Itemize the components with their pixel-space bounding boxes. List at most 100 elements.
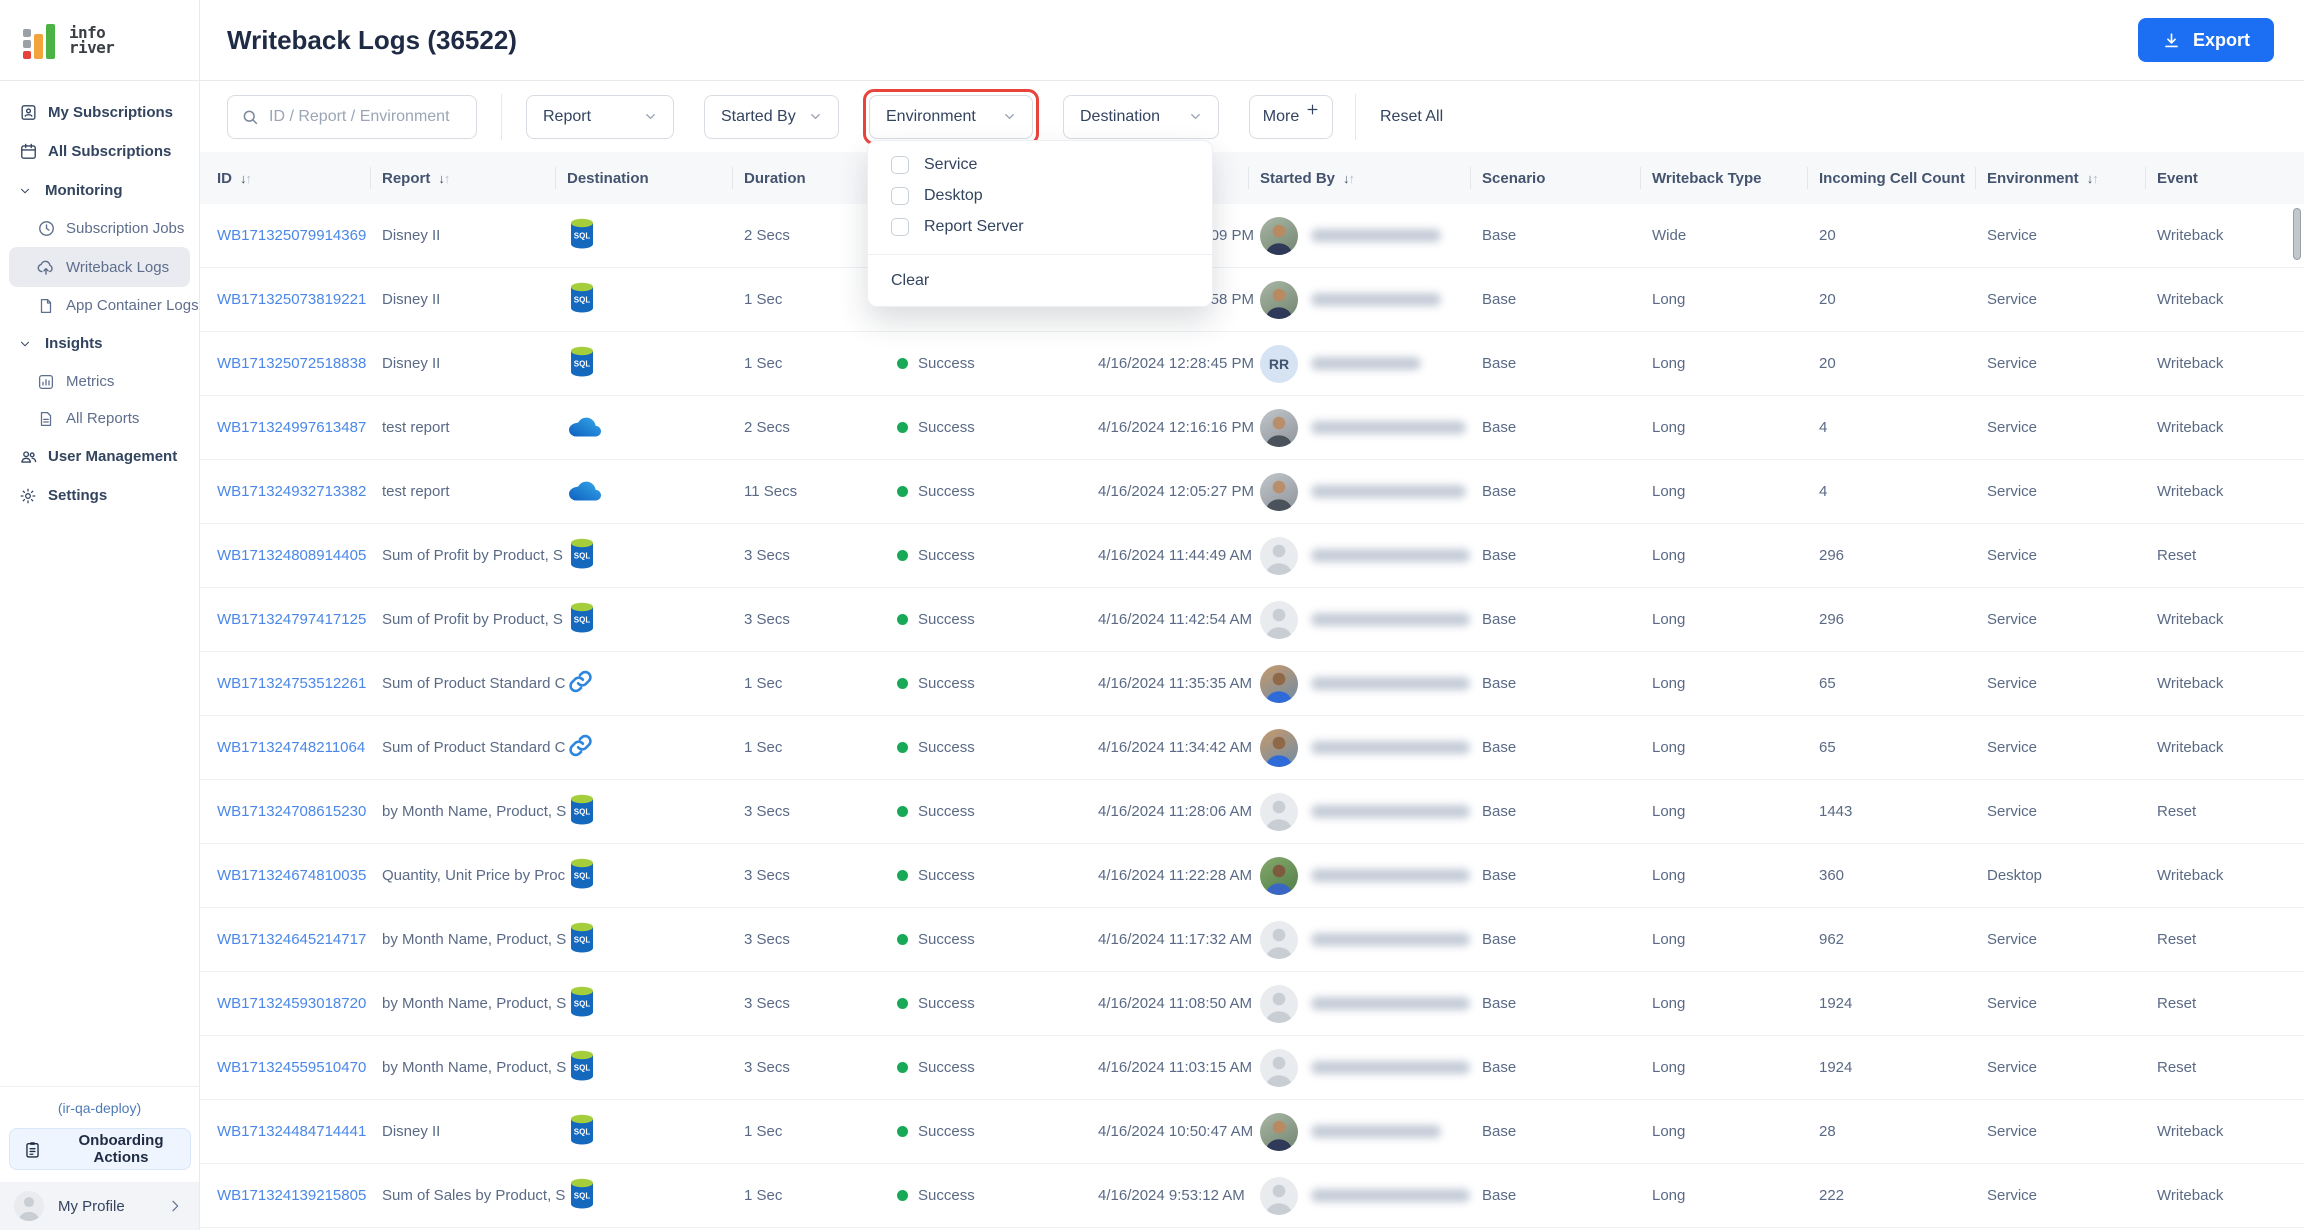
sidebar-item-insights[interactable]: Insights	[0, 324, 199, 363]
checkbox[interactable]	[891, 187, 909, 205]
clear-filter-button[interactable]: Clear	[868, 255, 1212, 306]
user-name-blurred	[1311, 677, 1470, 690]
incoming-cell-count-cell: 4	[1819, 483, 1987, 500]
success-dot-icon	[897, 870, 908, 881]
started-by-filter-dropdown[interactable]: Started By	[704, 95, 839, 139]
log-id-link[interactable]: WB171324674810035	[217, 867, 382, 884]
log-id-link[interactable]: WB171325079914369	[217, 227, 382, 244]
table-row: WB171325072518838Disney IISQL1 SecSucces…	[200, 332, 2304, 396]
log-id-link[interactable]: WB171324808914405	[217, 547, 382, 564]
sidebar-item-subscription-jobs[interactable]: Subscription Jobs	[0, 210, 199, 247]
status-label: Success	[918, 419, 975, 436]
log-id-link[interactable]: WB171324997613487	[217, 419, 382, 436]
event-cell: Writeback	[2157, 355, 2304, 372]
incoming-cell-count-cell: 296	[1819, 611, 1987, 628]
sort-arrows-icon[interactable]: ↓↑	[438, 171, 449, 186]
event-cell: Writeback	[2157, 867, 2304, 884]
status-cell: Success	[897, 1187, 1098, 1204]
sql-database-icon: SQL	[567, 921, 597, 954]
my-profile-button[interactable]: My Profile	[0, 1182, 199, 1230]
environment-filter-dropdown[interactable]: Environment	[869, 95, 1033, 139]
environment-option-report-server[interactable]: Report Server	[868, 211, 1212, 242]
duration-cell: 3 Secs	[744, 803, 897, 820]
svg-text:SQL: SQL	[574, 616, 591, 625]
scenario-cell: Base	[1482, 547, 1652, 564]
log-id-link[interactable]: WB171324484714441	[217, 1123, 382, 1140]
sidebar-item-metrics[interactable]: Metrics	[0, 363, 199, 400]
sql-database-icon: SQL	[567, 1049, 597, 1082]
status-cell: Success	[897, 1059, 1098, 1076]
user-name-blurred	[1311, 485, 1466, 498]
log-id-link[interactable]: WB171325072518838	[217, 355, 382, 372]
scrollbar-thumb[interactable]	[2293, 208, 2301, 260]
writeback-type-cell: Long	[1652, 547, 1819, 564]
sidebar-item-monitoring[interactable]: Monitoring	[0, 171, 199, 210]
status-cell: Success	[897, 1123, 1098, 1140]
checkbox[interactable]	[891, 156, 909, 174]
sort-arrows-icon[interactable]: ↓↑	[1343, 171, 1354, 186]
column-header-report[interactable]: Report↓↑	[382, 152, 567, 204]
svg-text:SQL: SQL	[574, 232, 591, 241]
status-cell: Success	[897, 803, 1098, 820]
sidebar-item-user-management[interactable]: User Management	[0, 437, 199, 476]
sql-database-icon: SQL	[567, 281, 597, 314]
onboarding-actions-button[interactable]: Onboarding Actions	[9, 1128, 191, 1170]
more-filters-button[interactable]: More	[1249, 95, 1333, 139]
column-header-environment[interactable]: Environment↓↑	[1987, 152, 2157, 204]
sidebar-item-writeback-logs[interactable]: Writeback Logs	[9, 247, 190, 287]
incoming-cell-count-cell: 1443	[1819, 803, 1987, 820]
table-row: WB171324139215805Sum of Sales by Product…	[200, 1164, 2304, 1228]
search-box[interactable]	[227, 95, 477, 139]
environment-option-desktop[interactable]: Desktop	[868, 180, 1212, 211]
log-id-link[interactable]: WB171324139215805	[217, 1187, 382, 1204]
status-cell: Success	[897, 931, 1098, 948]
success-dot-icon	[897, 550, 908, 561]
reset-all-button[interactable]: Reset All	[1380, 108, 1443, 126]
report-name: Disney II	[382, 227, 567, 244]
status-label: Success	[918, 1187, 975, 1204]
started-by-cell	[1260, 1049, 1482, 1087]
started-by-cell	[1260, 1177, 1482, 1215]
log-id-link[interactable]: WB171324932713382	[217, 483, 382, 500]
log-id-link[interactable]: WB171325073819221	[217, 291, 382, 308]
table-row: WB171324808914405Sum of Profit by Produc…	[200, 524, 2304, 588]
page-title: Writeback Logs (36522)	[227, 25, 2138, 56]
sidebar-item-all-subscriptions[interactable]: All Subscriptions	[0, 132, 199, 171]
log-id-link[interactable]: WB171324753512261	[217, 675, 382, 692]
report-filter-dropdown[interactable]: Report	[526, 95, 674, 139]
sort-arrows-icon[interactable]: ↓↑	[2087, 171, 2098, 186]
user-name-blurred	[1311, 869, 1470, 882]
chevron-down-icon	[805, 107, 825, 127]
log-id-link[interactable]: WB171324708615230	[217, 803, 382, 820]
filter-dropdown-holder: Report	[526, 95, 674, 139]
log-id-link[interactable]: WB171324645214717	[217, 931, 382, 948]
user-name-blurred	[1311, 741, 1470, 754]
column-label: ID	[217, 170, 232, 187]
status-label: Success	[918, 867, 975, 884]
incoming-cell-count-cell: 1924	[1819, 1059, 1987, 1076]
environment-cell: Service	[1987, 995, 2157, 1012]
destination-filter-dropdown[interactable]: Destination	[1063, 95, 1219, 139]
sidebar-item-settings[interactable]: Settings	[0, 476, 199, 515]
success-dot-icon	[897, 678, 908, 689]
sidebar-item-all-reports[interactable]: All Reports	[0, 400, 199, 437]
log-id-link[interactable]: WB171324748211064	[217, 739, 382, 756]
environment-option-service[interactable]: Service	[868, 149, 1212, 180]
sort-arrows-icon[interactable]: ↓↑	[240, 171, 251, 186]
destination-cell: SQL	[567, 217, 744, 254]
export-button[interactable]: Export	[2138, 18, 2274, 62]
sidebar-item-my-subscriptions[interactable]: My Subscriptions	[0, 93, 199, 132]
checkbox[interactable]	[891, 218, 909, 236]
log-id-link[interactable]: WB171324797417125	[217, 611, 382, 628]
gear-icon	[18, 486, 38, 506]
sidebar-item-app-container-logs[interactable]: App Container Logs	[0, 287, 199, 324]
column-header-id[interactable]: ID ↓↑	[217, 152, 382, 204]
search-input[interactable]	[269, 108, 464, 126]
log-id-link[interactable]: WB171324559510470	[217, 1059, 382, 1076]
vertical-scrollbar[interactable]	[2293, 208, 2302, 1226]
event-cell: Writeback	[2157, 227, 2304, 244]
log-id-link[interactable]: WB171324593018720	[217, 995, 382, 1012]
sql-database-icon: SQL	[567, 601, 597, 634]
column-header-started-by[interactable]: Started By↓↑	[1260, 152, 1482, 204]
chevron-down-icon	[640, 107, 660, 127]
